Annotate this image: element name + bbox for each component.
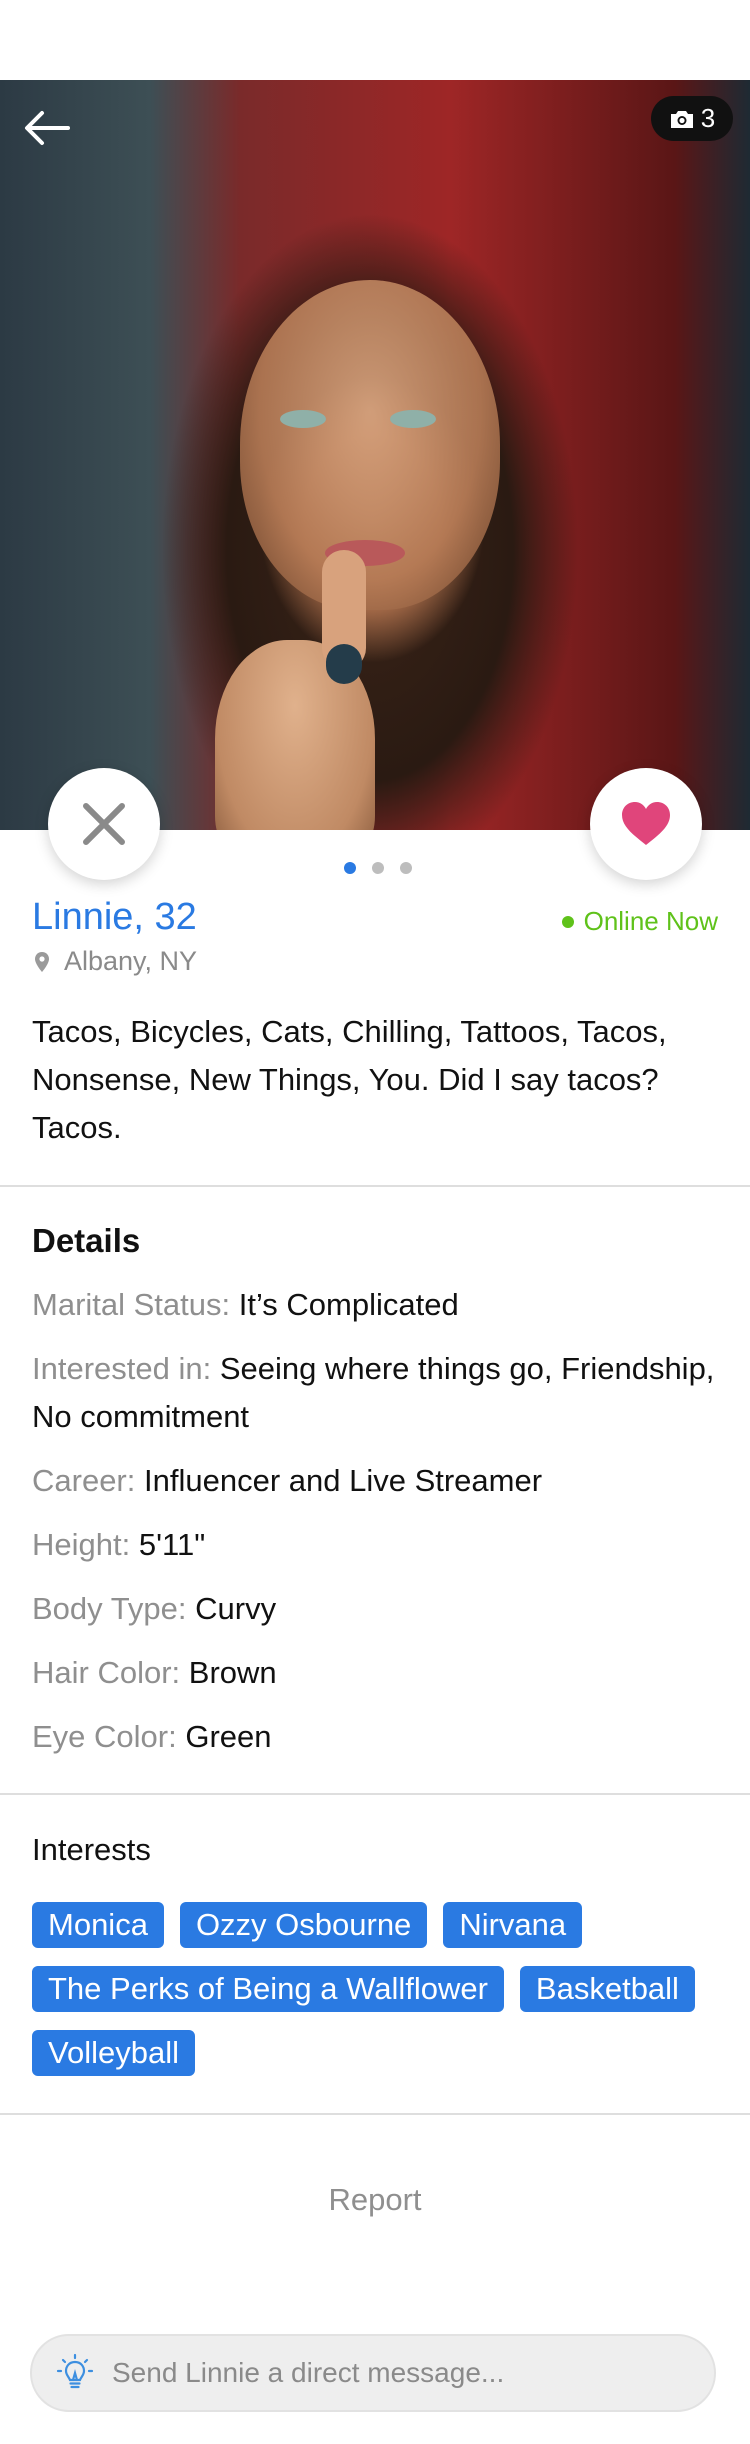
profile-name-age: Linnie, 32 — [32, 896, 197, 938]
detail-label: Body Type: — [32, 1591, 187, 1626]
detail-label: Interested in: — [32, 1351, 212, 1386]
interest-tag[interactable]: Nirvana — [443, 1902, 583, 1948]
pagination-dot-active[interactable] — [344, 862, 356, 874]
detail-value: Brown — [188, 1655, 277, 1690]
detail-label: Hair Color: — [32, 1655, 181, 1690]
pagination-dot[interactable] — [372, 862, 384, 874]
message-bar — [30, 2334, 716, 2412]
interest-tag[interactable]: Monica — [32, 1902, 164, 1948]
interest-tag[interactable]: Basketball — [519, 1966, 695, 2012]
interest-tag[interactable]: The Perks of Being a Wallflower — [32, 1966, 504, 2012]
detail-career: Career: Influencer and Live Streamer — [32, 1457, 722, 1505]
profile-bio: Tacos, Bicycles, Cats, Chilling, Tattoos… — [32, 1014, 667, 1145]
detail-label: Marital Status: — [32, 1287, 231, 1322]
divider — [0, 2113, 750, 2115]
online-dot-icon — [561, 915, 574, 928]
detail-value: Influencer and Live Streamer — [144, 1463, 543, 1498]
photo-eye-left — [280, 410, 326, 428]
detail-label: Career: — [32, 1463, 136, 1498]
like-button[interactable] — [590, 768, 702, 880]
profile-photo[interactable] — [0, 80, 750, 830]
camera-icon — [670, 110, 693, 128]
detail-value: It’s Complicated — [238, 1287, 459, 1322]
details-heading: Details — [32, 1222, 141, 1259]
detail-eye-color: Eye Color: Green — [32, 1713, 722, 1761]
detail-height: Height: 5'11" — [32, 1521, 722, 1569]
divider — [0, 1185, 750, 1187]
detail-interested-in: Interested in: Seeing where things go, F… — [32, 1345, 722, 1441]
pagination-dot[interactable] — [400, 862, 412, 874]
interest-tags: Monica Ozzy Osbourne Nirvana The Perks o… — [32, 1902, 732, 2076]
map-pin-icon — [35, 951, 49, 972]
location-label: Albany, NY — [64, 946, 198, 976]
detail-value: Curvy — [195, 1591, 277, 1626]
close-x-icon — [83, 803, 125, 845]
detail-value: 5'11" — [138, 1527, 206, 1562]
back-button[interactable] — [22, 108, 72, 148]
profile-location: Albany, NY — [34, 946, 197, 977]
heart-icon — [622, 802, 670, 845]
interest-tag[interactable]: Volleyball — [32, 2030, 195, 2076]
detail-label: Height: — [32, 1527, 131, 1562]
divider — [0, 1793, 750, 1795]
detail-body-type: Body Type: Curvy — [32, 1585, 722, 1633]
report-button[interactable]: Report — [0, 2182, 750, 2218]
photo-pagination — [344, 862, 412, 874]
online-status-label: Online Now — [583, 906, 718, 936]
detail-value: Green — [185, 1719, 272, 1754]
message-input[interactable] — [110, 2356, 674, 2390]
detail-marital-status: Marital Status: It’s Complicated — [32, 1281, 722, 1329]
detail-hair-color: Hair Color: Brown — [32, 1649, 722, 1697]
arrow-left-icon — [25, 111, 70, 145]
interests-heading: Interests — [32, 1832, 151, 1867]
photo-eye-right — [390, 410, 436, 428]
status-bar-area — [0, 0, 750, 80]
interest-tag[interactable]: Ozzy Osbourne — [179, 1902, 428, 1948]
photo-nail — [326, 644, 362, 684]
photo-count-badge[interactable]: 3 — [651, 96, 733, 141]
photo-count-value: 3 — [700, 103, 716, 133]
detail-label: Eye Color: — [32, 1719, 177, 1754]
online-status: Online Now — [561, 906, 718, 937]
pass-button[interactable] — [48, 768, 160, 880]
lightbulb-icon[interactable] — [54, 2352, 96, 2394]
